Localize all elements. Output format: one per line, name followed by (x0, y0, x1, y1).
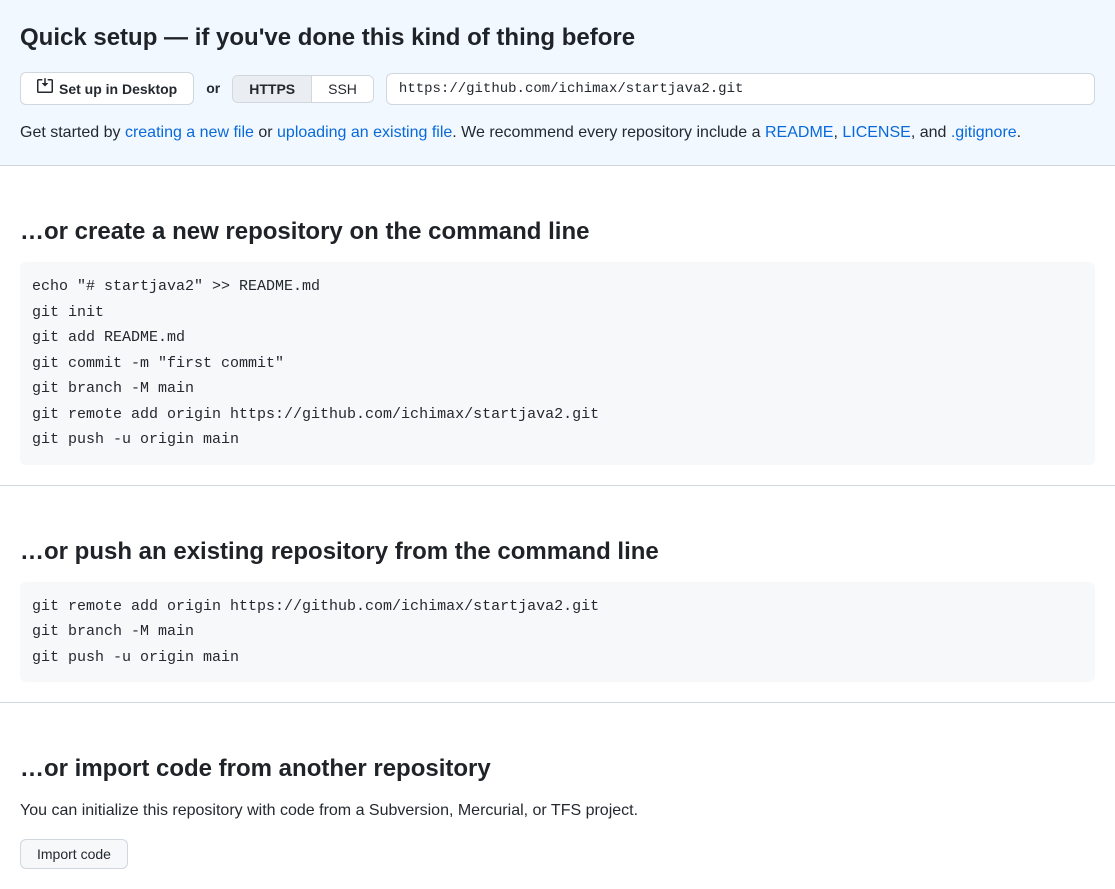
create-new-file-link[interactable]: creating a new file (125, 124, 254, 141)
desktop-download-icon (37, 78, 53, 99)
import-code-button[interactable]: Import code (20, 839, 128, 869)
push-repo-title: …or push an existing repository from the… (20, 534, 1095, 570)
setup-row: Set up in Desktop or HTTPS SSH (20, 72, 1095, 105)
gitignore-link[interactable]: .gitignore (951, 124, 1017, 141)
protocol-toggle: HTTPS SSH (232, 75, 374, 103)
setup-desktop-label: Set up in Desktop (59, 79, 177, 99)
create-repo-code[interactable]: echo "# startjava2" >> README.md git ini… (20, 262, 1095, 465)
protocol-ssh-button[interactable]: SSH (311, 76, 373, 102)
import-code-description: You can initialize this repository with … (20, 799, 1095, 823)
setup-desktop-button[interactable]: Set up in Desktop (20, 72, 194, 105)
readme-link[interactable]: README (765, 124, 833, 141)
quick-setup-panel: Quick setup — if you've done this kind o… (0, 0, 1115, 166)
clone-url-input[interactable] (386, 73, 1095, 105)
push-repo-code[interactable]: git remote add origin https://github.com… (20, 582, 1095, 683)
import-code-section: …or import code from another repository … (0, 731, 1115, 889)
create-repo-section: …or create a new repository on the comma… (0, 194, 1115, 486)
license-link[interactable]: LICENSE (842, 124, 910, 141)
quick-setup-title: Quick setup — if you've done this kind o… (20, 20, 1095, 56)
push-repo-section: …or push an existing repository from the… (0, 514, 1115, 704)
or-separator: or (206, 78, 220, 99)
protocol-https-button[interactable]: HTTPS (233, 76, 311, 102)
create-repo-title: …or create a new repository on the comma… (20, 214, 1095, 250)
get-started-text: Get started by creating a new file or up… (20, 121, 1095, 145)
import-code-title: …or import code from another repository (20, 751, 1095, 787)
upload-existing-file-link[interactable]: uploading an existing file (277, 124, 452, 141)
